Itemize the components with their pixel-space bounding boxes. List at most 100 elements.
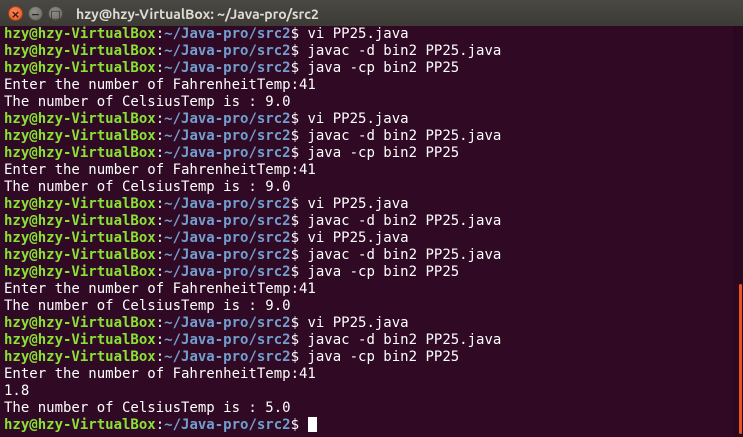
prompt-symbol: $ <box>290 60 308 76</box>
prompt-symbol: $ <box>290 196 308 212</box>
prompt-symbol: $ <box>290 213 308 229</box>
prompt-separator: : <box>155 26 165 42</box>
terminal-output[interactable]: hzy@hzy-VirtualBox:~/Java-pro/src2$ vi P… <box>0 26 733 437</box>
prompt-user-host: hzy@hzy-VirtualBox <box>4 247 156 263</box>
command-text: vi PP25.java <box>307 315 409 331</box>
prompt-separator: : <box>155 264 165 280</box>
prompt-path: ~/Java-pro/src2 <box>164 196 291 212</box>
title-bar[interactable]: × − □ hzy@hzy-VirtualBox: ~/Java-pro/src… <box>0 0 743 29</box>
command-text: javac -d bin2 PP25.java <box>307 43 502 59</box>
output-line: The number of CelsiusTemp is : 9.0 <box>4 179 291 195</box>
prompt-separator: : <box>155 43 165 59</box>
prompt-user-host: hzy@hzy-VirtualBox <box>4 349 156 365</box>
command-text: java -cp bin2 PP25 <box>307 264 460 280</box>
prompt-user-host: hzy@hzy-VirtualBox <box>4 145 156 161</box>
prompt-symbol: $ <box>290 128 308 144</box>
prompt-path: ~/Java-pro/src2 <box>164 315 291 331</box>
prompt-line: hzy@hzy-VirtualBox:~/Java-pro/src2$ java… <box>4 43 501 60</box>
prompt-path: ~/Java-pro/src2 <box>164 128 291 144</box>
prompt-path: ~/Java-pro/src2 <box>164 230 291 246</box>
prompt-path: ~/Java-pro/src2 <box>164 213 291 229</box>
prompt-symbol: $ <box>290 43 308 59</box>
prompt-path: ~/Java-pro/src2 <box>164 43 291 59</box>
prompt-line: hzy@hzy-VirtualBox:~/Java-pro/src2$ vi P… <box>4 26 501 43</box>
maximize-button[interactable]: □ <box>48 6 63 21</box>
prompt-line: hzy@hzy-VirtualBox:~/Java-pro/src2$ java… <box>4 60 501 77</box>
prompt-separator: : <box>155 417 165 433</box>
prompt-user-host: hzy@hzy-VirtualBox <box>4 417 156 433</box>
prompt-symbol: $ <box>290 349 308 365</box>
command-text: javac -d bin2 PP25.java <box>307 332 502 348</box>
prompt-separator: : <box>155 315 165 331</box>
prompt-line: hzy@hzy-VirtualBox:~/Java-pro/src2$ java… <box>4 213 501 230</box>
prompt-path: ~/Java-pro/src2 <box>164 145 291 161</box>
command-text: javac -d bin2 PP25.java <box>307 213 502 229</box>
output-line: The number of CelsiusTemp is : 9.0 <box>4 94 291 110</box>
prompt-path: ~/Java-pro/src2 <box>164 111 291 127</box>
prompt-separator: : <box>155 213 165 229</box>
output-line: The number of CelsiusTemp is : 5.0 <box>4 400 291 416</box>
prompt-line: hzy@hzy-VirtualBox:~/Java-pro/src2$ vi P… <box>4 315 501 332</box>
prompt-symbol: $ <box>290 230 308 246</box>
prompt-line: hzy@hzy-VirtualBox:~/Java-pro/src2$ java… <box>4 145 501 162</box>
command-text: javac -d bin2 PP25.java <box>307 247 502 263</box>
prompt-symbol: $ <box>290 145 308 161</box>
scrollbar-thumb[interactable] <box>739 284 742 434</box>
command-text: java -cp bin2 PP25 <box>307 349 460 365</box>
prompt-line: hzy@hzy-VirtualBox:~/Java-pro/src2$ vi P… <box>4 230 501 247</box>
prompt-path: ~/Java-pro/src2 <box>164 26 291 42</box>
prompt-path: ~/Java-pro/src2 <box>164 349 291 365</box>
window-title: hzy@hzy-VirtualBox: ~/Java-pro/src2 <box>76 6 319 22</box>
prompt-separator: : <box>155 111 165 127</box>
prompt-user-host: hzy@hzy-VirtualBox <box>4 26 156 42</box>
prompt-symbol: $ <box>290 315 308 331</box>
command-text: vi PP25.java <box>307 111 409 127</box>
prompt-user-host: hzy@hzy-VirtualBox <box>4 230 156 246</box>
prompt-path: ~/Java-pro/src2 <box>164 247 291 263</box>
prompt-path: ~/Java-pro/src2 <box>164 332 291 348</box>
output-line: The number of CelsiusTemp is : 9.0 <box>4 298 291 314</box>
prompt-symbol: $ <box>290 264 308 280</box>
prompt-path: ~/Java-pro/src2 <box>164 264 291 280</box>
prompt-line: hzy@hzy-VirtualBox:~/Java-pro/src2$ java… <box>4 349 501 366</box>
prompt-separator: : <box>155 60 165 76</box>
terminal-lines: hzy@hzy-VirtualBox:~/Java-pro/src2$ vi P… <box>4 26 501 434</box>
prompt-line: hzy@hzy-VirtualBox:~/Java-pro/src2$ java… <box>4 332 501 349</box>
prompt-symbol: $ <box>290 111 308 127</box>
prompt-user-host: hzy@hzy-VirtualBox <box>4 111 156 127</box>
prompt-user-host: hzy@hzy-VirtualBox <box>4 332 156 348</box>
prompt-separator: : <box>155 332 165 348</box>
prompt-line: hzy@hzy-VirtualBox:~/Java-pro/src2$ java… <box>4 128 501 145</box>
command-text: vi PP25.java <box>307 26 409 42</box>
prompt-line: hzy@hzy-VirtualBox:~/Java-pro/src2$ java… <box>4 247 501 264</box>
command-text: javac -d bin2 PP25.java <box>307 128 502 144</box>
prompt-symbol: $ <box>290 247 308 263</box>
prompt-user-host: hzy@hzy-VirtualBox <box>4 213 156 229</box>
command-text: vi PP25.java <box>307 196 409 212</box>
prompt-symbol: $ <box>290 332 308 348</box>
minimize-button[interactable]: − <box>28 6 43 21</box>
prompt-user-host: hzy@hzy-VirtualBox <box>4 196 156 212</box>
prompt-user-host: hzy@hzy-VirtualBox <box>4 128 156 144</box>
prompt-separator: : <box>155 230 165 246</box>
command-text: java -cp bin2 PP25 <box>307 60 460 76</box>
scrollbar[interactable] <box>733 26 743 437</box>
prompt-path: ~/Java-pro/src2 <box>164 417 291 433</box>
prompt-line: hzy@hzy-VirtualBox:~/Java-pro/src2$ vi P… <box>4 111 501 128</box>
prompt-line: hzy@hzy-VirtualBox:~/Java-pro/src2$ vi P… <box>4 196 501 213</box>
prompt-user-host: hzy@hzy-VirtualBox <box>4 43 156 59</box>
prompt-separator: : <box>155 145 165 161</box>
prompt-separator: : <box>155 247 165 263</box>
command-text: java -cp bin2 PP25 <box>307 145 460 161</box>
prompt-line: hzy@hzy-VirtualBox:~/Java-pro/src2$ <box>4 417 501 434</box>
prompt-user-host: hzy@hzy-VirtualBox <box>4 315 156 331</box>
output-line: 1.8 <box>4 383 30 399</box>
prompt-separator: : <box>155 196 165 212</box>
prompt-symbol: $ <box>290 417 308 433</box>
prompt-user-host: hzy@hzy-VirtualBox <box>4 264 156 280</box>
close-button[interactable]: × <box>8 6 23 21</box>
output-line: Enter the number of FahrenheitTemp:41 <box>4 281 316 297</box>
prompt-line: hzy@hzy-VirtualBox:~/Java-pro/src2$ java… <box>4 264 501 281</box>
command-text: vi PP25.java <box>307 230 409 246</box>
output-line: Enter the number of FahrenheitTemp:41 <box>4 77 316 93</box>
